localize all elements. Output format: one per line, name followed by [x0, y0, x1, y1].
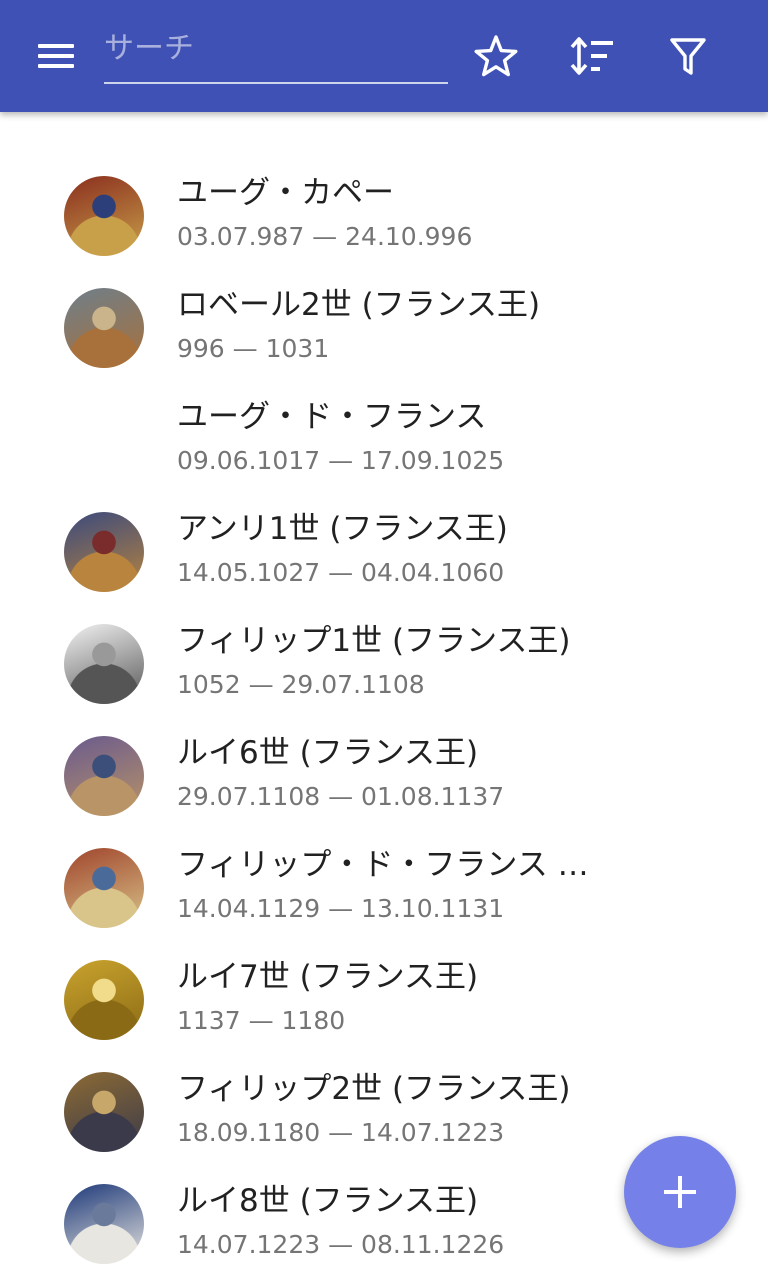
sort-button[interactable]	[563, 28, 619, 84]
list-item[interactable]: ユーグ・カペー 03.07.987 — 24.10.996	[0, 160, 768, 272]
avatar	[64, 960, 144, 1040]
list-item[interactable]: フィリップ・ド・フランス (1116-1131) 14.04.1129 — 13.…	[0, 832, 768, 944]
item-dates: 14.07.1223 — 08.11.1226	[177, 1230, 505, 1259]
list-item[interactable]: フィリップ1世 (フランス王) 1052 — 29.07.1108	[0, 608, 768, 720]
avatar	[64, 176, 144, 256]
item-title: ルイ7世 (フランス王)	[177, 959, 479, 995]
list-item[interactable]: ルイ7世 (フランス王) 1137 — 1180	[0, 944, 768, 1056]
filter-icon	[670, 38, 706, 75]
item-title: ロベール2世 (フランス王)	[177, 287, 541, 323]
search-field[interactable]	[104, 22, 448, 84]
add-button[interactable]	[624, 1136, 736, 1248]
avatar	[64, 288, 144, 368]
avatar	[64, 1184, 144, 1264]
list-item[interactable]: ユーグ・ド・フランス 09.06.1017 — 17.09.1025	[0, 384, 768, 496]
item-dates: 1052 — 29.07.1108	[177, 670, 425, 699]
item-title: ルイ8世 (フランス王)	[177, 1183, 479, 1219]
search-input[interactable]	[104, 26, 444, 70]
item-title: フィリップ2世 (フランス王)	[177, 1071, 571, 1107]
item-dates: 1137 — 1180	[177, 1006, 346, 1035]
avatar	[64, 624, 144, 704]
item-dates: 14.04.1129 — 13.10.1131	[177, 894, 505, 923]
list-item[interactable]: アンリ1世 (フランス王) 14.05.1027 — 04.04.1060	[0, 496, 768, 608]
item-dates: 09.06.1017 — 17.09.1025	[177, 446, 505, 475]
filter-button[interactable]	[660, 28, 716, 84]
star-outline-icon	[474, 35, 518, 77]
avatar	[64, 848, 144, 928]
plus-icon	[664, 1176, 696, 1208]
item-dates: 03.07.987 — 24.10.996	[177, 222, 473, 251]
menu-button[interactable]	[28, 36, 84, 76]
item-title: フィリップ・ド・フランス (1116-1131)	[177, 847, 597, 883]
item-dates: 14.05.1027 — 04.04.1060	[177, 558, 505, 587]
item-dates: 996 — 1031	[177, 334, 330, 363]
list-item[interactable]: ロベール2世 (フランス王) 996 — 1031	[0, 272, 768, 384]
avatar	[64, 736, 144, 816]
app-bar	[0, 0, 768, 112]
item-title: ルイ6世 (フランス王)	[177, 735, 479, 771]
sort-icon	[570, 37, 613, 75]
item-title: アンリ1世 (フランス王)	[177, 511, 508, 547]
item-title: ユーグ・ド・フランス	[177, 399, 487, 435]
list-item[interactable]: ルイ6世 (フランス王) 29.07.1108 — 01.08.1137	[0, 720, 768, 832]
item-title: ユーグ・カペー	[177, 175, 394, 211]
avatar	[64, 1072, 144, 1152]
favorites-button[interactable]	[468, 28, 524, 84]
item-title: フィリップ1世 (フランス王)	[177, 623, 571, 659]
item-dates: 18.09.1180 — 14.07.1223	[177, 1118, 505, 1147]
avatar	[64, 512, 144, 592]
item-dates: 29.07.1108 — 01.08.1137	[177, 782, 505, 811]
